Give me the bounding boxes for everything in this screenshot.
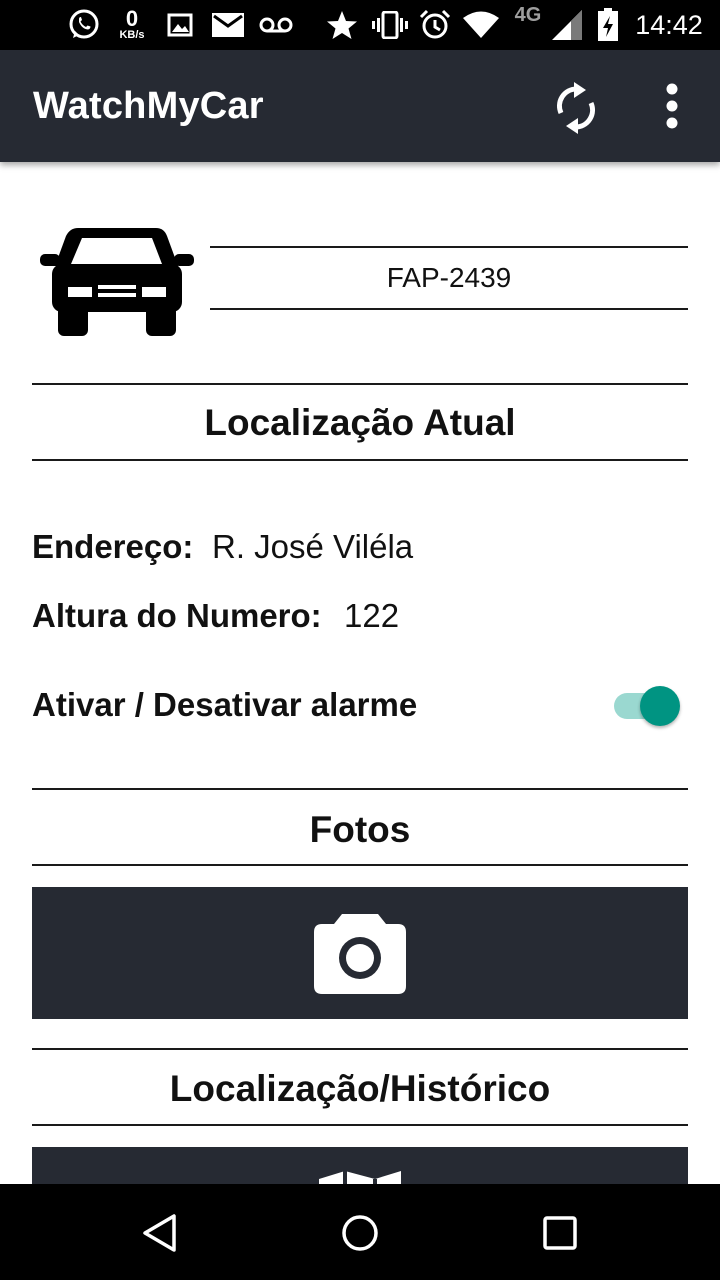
plate-field[interactable]: FAP-2439	[210, 246, 688, 310]
app-title: WatchMyCar	[33, 85, 264, 127]
back-button[interactable]	[135, 1208, 185, 1258]
app-bar: WatchMyCar	[0, 50, 720, 162]
number-label: Altura do Numero:	[32, 597, 322, 634]
plate-text: FAP-2439	[386, 262, 512, 293]
star-icon	[325, 0, 359, 50]
section-title-photos: Fotos	[309, 809, 411, 850]
divider	[32, 1124, 688, 1126]
alarm-clock-icon	[418, 0, 452, 50]
address-label: Endereço:	[32, 528, 194, 565]
overflow-menu-button[interactable]	[652, 80, 692, 132]
divider	[32, 864, 688, 866]
section-title-location: Localização Atual	[204, 402, 516, 443]
status-bar: 0 KB/s 4G 14:42	[0, 0, 720, 50]
alarm-toggle[interactable]	[612, 684, 682, 728]
home-button[interactable]	[335, 1208, 385, 1258]
take-photo-button[interactable]	[32, 887, 688, 1019]
location-history-button[interactable]	[32, 1147, 688, 1184]
net-speed-value: 0	[125, 6, 139, 31]
mail-icon	[211, 0, 245, 50]
address-value: R. José Viléla	[212, 528, 414, 565]
divider	[32, 459, 688, 461]
divider	[32, 383, 688, 385]
recents-button[interactable]	[535, 1208, 585, 1258]
navigation-bar	[0, 1184, 720, 1280]
back-icon	[143, 1214, 176, 1252]
recents-icon	[543, 1216, 577, 1250]
main-content: FAP-2439 Localização Atual Endereço: R. …	[0, 162, 720, 1184]
whatsapp-icon	[66, 0, 102, 50]
wifi-icon	[461, 0, 501, 50]
map-icon	[319, 1171, 401, 1184]
clock: 14:42	[635, 9, 703, 40]
net-speed-indicator: 0 KB/s	[112, 0, 152, 50]
net-speed-unit: KB/s	[119, 29, 145, 41]
vibrate-icon	[370, 0, 410, 50]
refresh-icon	[557, 82, 595, 134]
alarm-toggle-thumb	[640, 686, 680, 726]
network-type: 4G	[514, 3, 542, 26]
signal-icon	[550, 0, 584, 50]
image-icon	[166, 0, 194, 50]
section-title-history: Localização/Histórico	[169, 1068, 551, 1109]
divider	[32, 788, 688, 790]
camera-icon	[314, 914, 406, 994]
home-icon	[342, 1215, 378, 1251]
car-icon	[38, 224, 196, 336]
refresh-button[interactable]	[552, 82, 600, 134]
battery-icon	[596, 0, 620, 50]
voicemail-icon	[258, 0, 294, 50]
alarm-label: Ativar / Desativar alarme	[32, 686, 418, 723]
more-vert-icon	[666, 83, 678, 129]
number-value: 122	[344, 597, 400, 634]
divider	[32, 1048, 688, 1050]
